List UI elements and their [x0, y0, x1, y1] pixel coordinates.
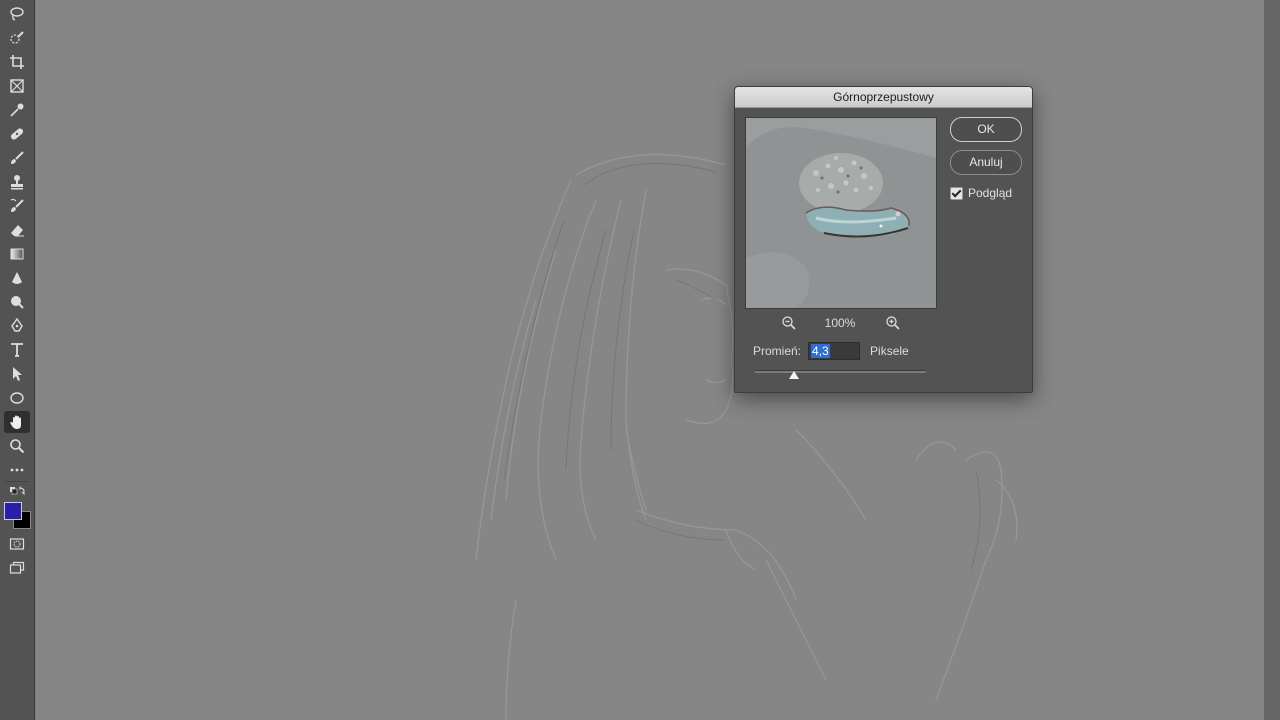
pen-icon[interactable]: [4, 315, 30, 337]
gradient-icon[interactable]: [4, 243, 30, 265]
radius-slider-thumb[interactable]: [789, 371, 799, 379]
brush-icon[interactable]: [4, 147, 30, 169]
more-tools-icon[interactable]: [4, 459, 30, 481]
path-selection-icon[interactable]: [4, 363, 30, 385]
foreground-color-swatch[interactable]: [4, 502, 22, 520]
clone-stamp-icon[interactable]: [4, 171, 30, 193]
quick-selection-icon[interactable]: [4, 27, 30, 49]
radius-value: 4,3: [811, 344, 830, 358]
radius-row: Promień: 4,3 Piksele: [753, 341, 909, 361]
zoom-icon[interactable]: [4, 435, 30, 457]
high-pass-photo: [475, 153, 1018, 720]
zoom-level: 100%: [824, 316, 856, 330]
ellipse-icon[interactable]: [4, 387, 30, 409]
panel-edge: [1264, 0, 1280, 720]
ok-button[interactable]: OK: [950, 117, 1022, 142]
preview-image: [746, 118, 936, 308]
cancel-button[interactable]: Anuluj: [950, 150, 1022, 175]
radius-unit: Piksele: [870, 344, 909, 358]
high-pass-dialog: Górnoprzepustowy 100% OK Anuluj Podgląd …: [734, 86, 1033, 393]
swap-colors-icon[interactable]: [4, 484, 30, 498]
preview-zoom-controls: 100%: [745, 313, 935, 333]
lasso-icon[interactable]: [4, 3, 30, 25]
hand-icon[interactable]: [4, 411, 30, 433]
eyedropper-icon[interactable]: [4, 99, 30, 121]
zoom-out-icon[interactable]: [781, 315, 797, 331]
dodge-icon[interactable]: [4, 291, 30, 313]
healing-brush-icon[interactable]: [4, 123, 30, 145]
preview-checkbox[interactable]: [950, 186, 963, 200]
quick-mask-icon[interactable]: [4, 533, 30, 555]
color-swatches: [4, 502, 31, 529]
tools-panel: [0, 0, 35, 720]
preview-toggle[interactable]: Podgląd: [950, 185, 1012, 201]
radius-input[interactable]: 4,3: [808, 342, 861, 360]
zoom-in-icon[interactable]: [885, 315, 901, 331]
radius-slider-track[interactable]: [755, 370, 926, 373]
screen-mode-icon[interactable]: [4, 557, 30, 579]
history-brush-icon[interactable]: [4, 195, 30, 217]
blur-icon[interactable]: [4, 267, 30, 289]
type-icon[interactable]: [4, 339, 30, 361]
document-canvas[interactable]: [36, 0, 1264, 720]
filter-preview[interactable]: [745, 117, 937, 309]
dialog-title[interactable]: Górnoprzepustowy: [735, 87, 1032, 108]
eraser-icon[interactable]: [4, 219, 30, 241]
preview-checkbox-label: Podgląd: [968, 186, 1013, 200]
frame-icon[interactable]: [4, 75, 30, 97]
toolbar-divider: [5, 481, 29, 482]
radius-label: Promień:: [753, 344, 802, 358]
crop-icon[interactable]: [4, 51, 30, 73]
